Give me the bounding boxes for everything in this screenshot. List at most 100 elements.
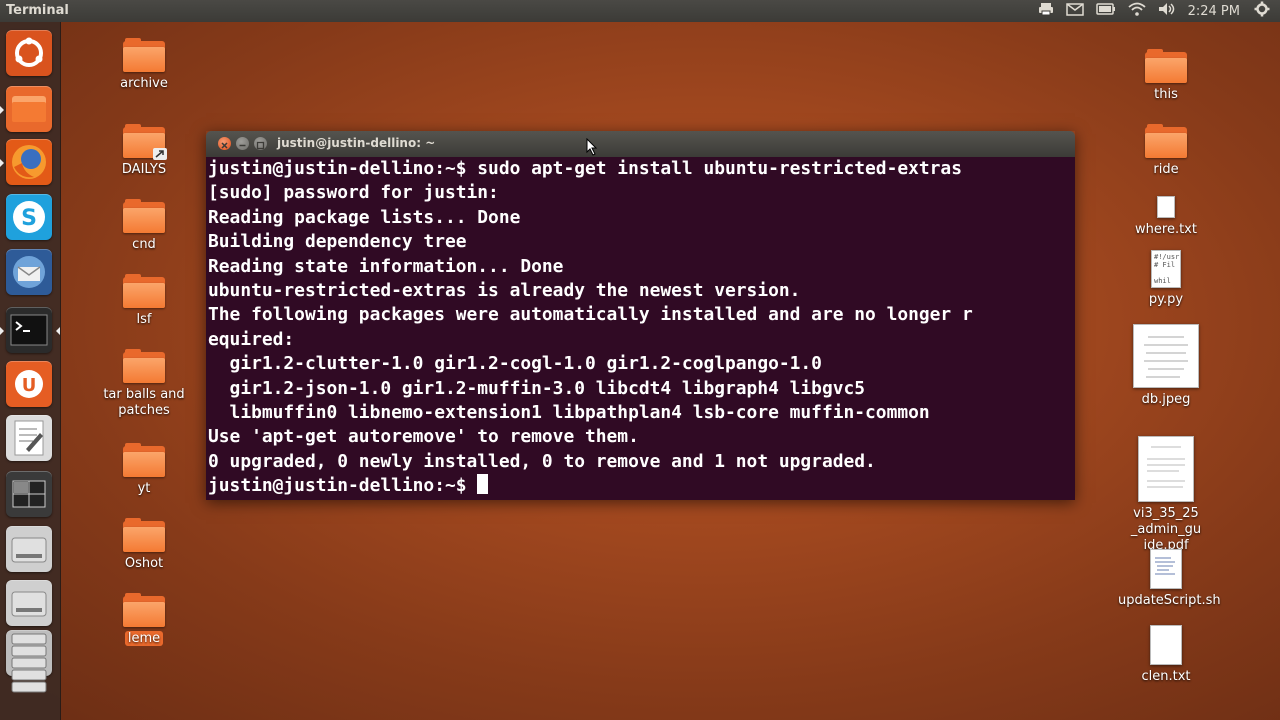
battery-icon[interactable] — [1095, 3, 1116, 19]
drive-stack-launcher[interactable] — [6, 630, 52, 693]
desktop-folder-cnd[interactable]: cnd — [96, 199, 192, 252]
folder-icon — [1145, 49, 1187, 83]
ubuntu-one-launcher[interactable]: U — [6, 361, 52, 407]
terminal-line: gir1.2-clutter-1.0 gir1.2-cogl-1.0 gir1.… — [208, 353, 822, 375]
text-editor-launcher[interactable] — [6, 415, 52, 461]
desktop-icon-label: clen.txt — [1141, 669, 1191, 684]
maximize-window-button[interactable] — [254, 137, 267, 150]
terminal-line: ubuntu-restricted-extras is already the … — [208, 280, 801, 302]
ubuntu-one-icon: U — [6, 370, 52, 411]
desktop-folder-yt[interactable]: yt — [96, 443, 192, 496]
desktop-icon-label: archive — [120, 76, 168, 91]
power-gear-icon[interactable] — [1254, 1, 1270, 21]
dash-home-button[interactable] — [6, 30, 52, 76]
pdf-thumbnail-icon — [1138, 436, 1194, 502]
workspace-switcher-icon — [6, 480, 52, 521]
desktop-icon-label: this — [1154, 87, 1178, 102]
desktop-icon-label: py.py — [1148, 292, 1184, 307]
desktop-file-updatescript-sh[interactable]: updateScript.sh — [1118, 549, 1221, 608]
folder-icon — [123, 593, 165, 627]
folder-icon — [123, 199, 165, 233]
desktop-icon-label: updateScript.sh — [1118, 593, 1221, 608]
terminal-text[interactable]: justin@justin-dellino:~$ sudo apt-get in… — [208, 157, 1073, 499]
mouse-pointer-icon — [586, 138, 598, 156]
close-window-button[interactable] — [218, 137, 231, 150]
volume-icon[interactable] — [1158, 2, 1176, 20]
script-file-icon — [1150, 549, 1182, 589]
top-panel: Terminal 2:24 PM — [0, 0, 1280, 22]
folder-icon — [123, 349, 165, 383]
desktop-icon-label: cnd — [132, 237, 156, 252]
desktop-icon-label: db.jpeg — [1141, 392, 1191, 407]
terminal-line: equired: — [208, 328, 295, 350]
svg-text:S: S — [21, 206, 37, 231]
desktop-folder-lsf[interactable]: lsf — [96, 274, 192, 327]
folder-icon — [123, 38, 165, 72]
folder-icon — [6, 96, 52, 136]
printer-icon[interactable] — [1038, 2, 1054, 20]
terminal-cursor — [477, 474, 489, 495]
skype-launcher[interactable]: S — [6, 194, 52, 240]
desktop-icon-label: tar balls and patches — [103, 387, 185, 418]
terminal-launcher[interactable] — [6, 307, 52, 353]
launcher: SU — [0, 22, 61, 720]
desktop-folder-archive[interactable]: archive — [96, 38, 192, 91]
desktop-icon-label: vi3_35_25_admin_guide.pdf — [1130, 506, 1202, 553]
terminal-prompt: justin@justin-dellino:~$ — [208, 475, 478, 497]
desktop-folder-this[interactable]: this — [1118, 49, 1214, 102]
window-titlebar[interactable]: justin@justin-dellino: ~ — [206, 131, 1075, 157]
desktop-icon-label: ride — [1153, 162, 1179, 177]
thunderbird-icon — [6, 256, 52, 299]
drive-1-launcher[interactable] — [6, 526, 52, 572]
indicator-area: 2:24 PM — [1038, 0, 1280, 22]
drive-stack-icon — [6, 633, 52, 714]
terminal-window[interactable]: justin@justin-dellino: ~ justin@justin-d… — [206, 131, 1075, 500]
python-file-icon: #!/usr # Fil whil — [1151, 250, 1181, 288]
folder-icon — [1145, 124, 1187, 158]
firefox-icon — [6, 145, 52, 189]
desktop-file-where-txt[interactable]: where.txt — [1118, 196, 1214, 237]
desktop-file-clen-txt[interactable]: clen.txt — [1118, 625, 1214, 684]
text-file-icon — [1150, 625, 1182, 665]
desktop-folder-leme[interactable]: leme — [96, 593, 192, 646]
terminal-line: Building dependency tree — [208, 231, 467, 253]
running-indicator-icon — [0, 106, 4, 114]
window-title: justin@justin-dellino: ~ — [277, 136, 436, 150]
mail-icon[interactable] — [1065, 2, 1084, 20]
drive-2-launcher[interactable] — [6, 580, 52, 626]
desktop-folder-dailys[interactable]: DAILYS — [96, 124, 192, 177]
hard-drive-icon — [6, 537, 52, 576]
terminal-output[interactable]: justin@justin-dellino:~$ sudo apt-get in… — [206, 157, 1075, 500]
terminal-line: Reading state information... Done — [208, 255, 564, 277]
clock[interactable]: 2:24 PM — [1188, 4, 1240, 19]
hard-drive-icon — [6, 591, 52, 630]
folder-icon — [123, 518, 165, 552]
folder-icon — [123, 274, 165, 308]
desktop-icon-label: lsf — [136, 312, 152, 327]
running-indicator-icon — [0, 327, 4, 335]
firefox-launcher[interactable] — [6, 139, 52, 185]
desktop-icon-label: DAILYS — [121, 162, 167, 177]
desktop-folder-tar-balls[interactable]: tar balls and patches — [96, 349, 192, 419]
text-editor-icon — [6, 420, 52, 465]
wifi-icon[interactable] — [1128, 2, 1146, 20]
desktop-folder-ride[interactable]: ride — [1118, 124, 1214, 177]
terminal-icon — [6, 314, 52, 357]
desktop-file-db-jpeg[interactable]: db.jpeg — [1118, 324, 1214, 407]
ubuntu-logo-icon — [6, 37, 52, 80]
terminal-line: 0 upgraded, 0 newly installed, 0 to remo… — [208, 450, 876, 472]
thunderbird-launcher[interactable] — [6, 249, 52, 295]
minimize-window-button[interactable] — [236, 137, 249, 150]
desktop-folder-oshot[interactable]: Oshot — [96, 518, 192, 571]
desktop-file-admin-guide-pdf[interactable]: vi3_35_25_admin_guide.pdf — [1118, 436, 1214, 554]
terminal-line: [sudo] password for justin: — [208, 182, 499, 204]
folder-link-icon — [123, 124, 167, 160]
workspace-switcher-launcher[interactable] — [6, 471, 52, 517]
desktop-icon-label: yt — [137, 481, 151, 496]
terminal-line: libmuffin0 libnemo-extension1 libpathpla… — [208, 402, 930, 424]
files-launcher[interactable] — [6, 86, 52, 132]
desktop-icon-label-selected: leme — [124, 631, 164, 646]
focused-indicator-icon — [56, 327, 60, 335]
desktop-file-py-py[interactable]: #!/usr # Fil whil py.py — [1118, 250, 1214, 307]
folder-icon — [123, 443, 165, 477]
